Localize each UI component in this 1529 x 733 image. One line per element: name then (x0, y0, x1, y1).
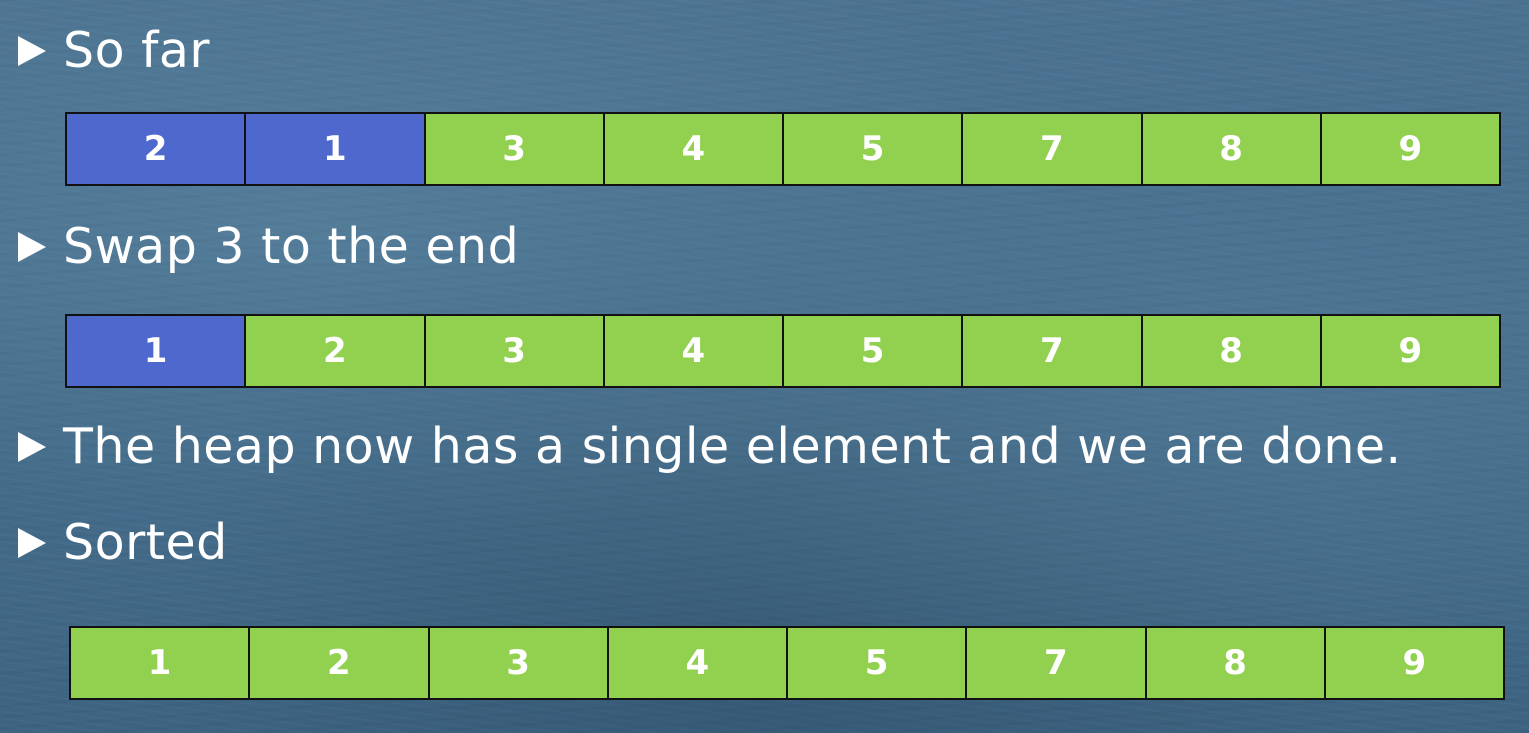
array-cell: 8 (1144, 626, 1326, 700)
array-cell: 9 (1323, 626, 1505, 700)
bullet-text: The heap now has a single element and we… (63, 418, 1402, 475)
array-cell: 2 (248, 626, 430, 700)
array-cell: 4 (602, 112, 784, 186)
array-cell: 7 (961, 314, 1143, 388)
array-cell: 3 (427, 626, 609, 700)
array-cell: 7 (965, 626, 1147, 700)
array-cell: 1 (69, 626, 251, 700)
array-cell: 9 (1319, 112, 1501, 186)
array-cell: 2 (65, 112, 247, 186)
array-cell: 4 (602, 314, 784, 388)
array-row-after-swap: 1 2 3 4 5 7 8 9 (65, 314, 1501, 388)
array-cell: 8 (1140, 314, 1322, 388)
bullet-swap: Swap 3 to the end (18, 218, 519, 275)
array-cell: 5 (782, 112, 964, 186)
bullet-text: Swap 3 to the end (63, 218, 520, 275)
bullet-sorted: Sorted (18, 514, 228, 571)
bullet-so-far: So far (18, 22, 210, 79)
triangle-bullet-icon (18, 231, 46, 262)
array-cell: 2 (244, 314, 426, 388)
triangle-bullet-icon (18, 35, 46, 66)
array-cell: 1 (244, 112, 426, 186)
bullet-text: Sorted (63, 514, 228, 571)
array-cell: 7 (961, 112, 1143, 186)
triangle-bullet-icon (18, 431, 46, 462)
array-cell: 5 (786, 626, 968, 700)
array-cell: 4 (606, 626, 788, 700)
array-cell: 8 (1140, 112, 1322, 186)
bullet-text: So far (63, 22, 211, 79)
array-row-sorted: 1 2 3 4 5 7 8 9 (69, 626, 1505, 700)
array-cell: 3 (423, 314, 605, 388)
triangle-bullet-icon (18, 527, 46, 558)
array-cell: 5 (782, 314, 964, 388)
array-row-so-far: 2 1 3 4 5 7 8 9 (65, 112, 1501, 186)
bullet-heap-done: The heap now has a single element and we… (18, 418, 1402, 475)
array-cell: 1 (65, 314, 247, 388)
array-cell: 3 (423, 112, 605, 186)
array-cell: 9 (1319, 314, 1501, 388)
